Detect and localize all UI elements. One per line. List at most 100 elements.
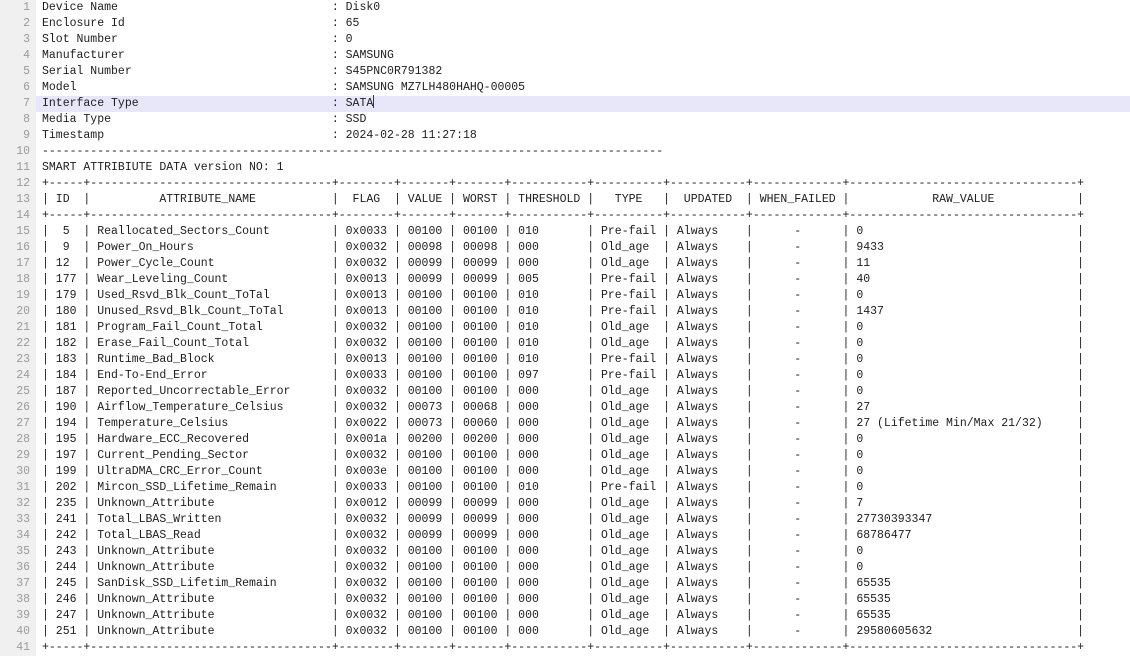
line-number: 36 xyxy=(0,560,36,576)
line-number: 6 xyxy=(0,80,36,96)
line-number: 40 xyxy=(0,624,36,640)
editor-line-25: 25| 187 | Reported_Uncorrectable_Error |… xyxy=(0,384,1130,400)
code-line-content[interactable]: | 195 | Hardware_ECC_Recovered | 0x001a … xyxy=(36,432,1130,448)
line-number: 13 xyxy=(0,192,36,208)
code-line-content[interactable]: | 180 | Unused_Rsvd_Blk_Count_ToTal | 0x… xyxy=(36,304,1130,320)
editor-line-21: 21| 181 | Program_Fail_Count_Total | 0x0… xyxy=(0,320,1130,336)
editor-line-10: 10--------------------------------------… xyxy=(0,144,1130,160)
code-line-content[interactable]: ----------------------------------------… xyxy=(36,144,1130,160)
code-line-content[interactable]: Slot Number : 0 xyxy=(36,32,1130,48)
code-line-content[interactable]: | 242 | Total_LBAS_Read | 0x0032 | 00099… xyxy=(36,528,1130,544)
line-number: 38 xyxy=(0,592,36,608)
editor-line-18: 18| 177 | Wear_Leveling_Count | 0x0013 |… xyxy=(0,272,1130,288)
line-number: 12 xyxy=(0,176,36,192)
text-editor-viewport[interactable]: 1Device Name : Disk02Enclosure Id : 653S… xyxy=(0,0,1130,658)
editor-line-1: 1Device Name : Disk0 xyxy=(0,0,1130,16)
code-line-content[interactable]: | 9 | Power_On_Hours | 0x0032 | 00098 | … xyxy=(36,240,1130,256)
editor-line-33: 33| 241 | Total_LBAS_Written | 0x0032 | … xyxy=(0,512,1130,528)
editor-line-39: 39| 247 | Unknown_Attribute | 0x0032 | 0… xyxy=(0,608,1130,624)
code-line-content[interactable]: | 181 | Program_Fail_Count_Total | 0x003… xyxy=(36,320,1130,336)
editor-line-9: 9Timestamp : 2024-02-28 11:27:18 xyxy=(0,128,1130,144)
editor-line-23: 23| 183 | Runtime_Bad_Block | 0x0013 | 0… xyxy=(0,352,1130,368)
code-line-content[interactable]: | 179 | Used_Rsvd_Blk_Count_ToTal | 0x00… xyxy=(36,288,1130,304)
code-line-content[interactable]: | 182 | Erase_Fail_Count_Total | 0x0032 … xyxy=(36,336,1130,352)
code-line-content[interactable]: | 245 | SanDisk_SSD_Lifetim_Remain | 0x0… xyxy=(36,576,1130,592)
line-number: 14 xyxy=(0,208,36,224)
code-line-content[interactable]: | 235 | Unknown_Attribute | 0x0012 | 000… xyxy=(36,496,1130,512)
editor-line-27: 27| 194 | Temperature_Celsius | 0x0022 |… xyxy=(0,416,1130,432)
editor-line-6: 6Model : SAMSUNG MZ7LH480HAHQ-00005 xyxy=(0,80,1130,96)
code-line-content[interactable]: | 190 | Airflow_Temperature_Celsius | 0x… xyxy=(36,400,1130,416)
code-line-content[interactable]: | 243 | Unknown_Attribute | 0x0032 | 001… xyxy=(36,544,1130,560)
editor-line-7: 7Interface Type : SATA xyxy=(0,96,1130,112)
editor-line-32: 32| 235 | Unknown_Attribute | 0x0012 | 0… xyxy=(0,496,1130,512)
editor-line-2: 2Enclosure Id : 65 xyxy=(0,16,1130,32)
line-number: 25 xyxy=(0,384,36,400)
code-line-content[interactable]: | 246 | Unknown_Attribute | 0x0032 | 001… xyxy=(36,592,1130,608)
code-line-content[interactable]: Manufacturer : SAMSUNG xyxy=(36,48,1130,64)
code-line-content[interactable]: | 177 | Wear_Leveling_Count | 0x0013 | 0… xyxy=(36,272,1130,288)
editor-line-17: 17| 12 | Power_Cycle_Count | 0x0032 | 00… xyxy=(0,256,1130,272)
line-number: 27 xyxy=(0,416,36,432)
line-number: 9 xyxy=(0,128,36,144)
code-line-content[interactable]: | ID | ATTRIBUTE_NAME | FLAG | VALUE | W… xyxy=(36,192,1130,208)
editor-line-3: 3Slot Number : 0 xyxy=(0,32,1130,48)
line-number: 35 xyxy=(0,544,36,560)
line-number: 32 xyxy=(0,496,36,512)
line-number: 18 xyxy=(0,272,36,288)
line-number: 41 xyxy=(0,640,36,656)
line-number: 3 xyxy=(0,32,36,48)
code-line-content[interactable]: +-----+---------------------------------… xyxy=(36,176,1130,192)
editor-line-20: 20| 180 | Unused_Rsvd_Blk_Count_ToTal | … xyxy=(0,304,1130,320)
editor-line-13: 13| ID | ATTRIBUTE_NAME | FLAG | VALUE |… xyxy=(0,192,1130,208)
editor-line-28: 28| 195 | Hardware_ECC_Recovered | 0x001… xyxy=(0,432,1130,448)
code-line-content[interactable]: Timestamp : 2024-02-28 11:27:18 xyxy=(36,128,1130,144)
code-line-content[interactable]: | 5 | Reallocated_Sectors_Count | 0x0033… xyxy=(36,224,1130,240)
line-number: 22 xyxy=(0,336,36,352)
line-number: 31 xyxy=(0,480,36,496)
code-line-current[interactable]: Interface Type : SATA xyxy=(36,96,1130,112)
code-line-content[interactable]: +-----+---------------------------------… xyxy=(36,640,1130,656)
code-line-content[interactable]: | 194 | Temperature_Celsius | 0x0022 | 0… xyxy=(36,416,1130,432)
code-line-content[interactable]: | 12 | Power_Cycle_Count | 0x0032 | 0009… xyxy=(36,256,1130,272)
code-line-content[interactable]: | 202 | Mircon_SSD_Lifetime_Remain | 0x0… xyxy=(36,480,1130,496)
editor-line-30: 30| 199 | UltraDMA_CRC_Error_Count | 0x0… xyxy=(0,464,1130,480)
editor-line-36: 36| 244 | Unknown_Attribute | 0x0032 | 0… xyxy=(0,560,1130,576)
editor-line-35: 35| 243 | Unknown_Attribute | 0x0032 | 0… xyxy=(0,544,1130,560)
line-number: 28 xyxy=(0,432,36,448)
editor-line-38: 38| 246 | Unknown_Attribute | 0x0032 | 0… xyxy=(0,592,1130,608)
code-line-content[interactable]: | 197 | Current_Pending_Sector | 0x0032 … xyxy=(36,448,1130,464)
line-number: 16 xyxy=(0,240,36,256)
code-line-content[interactable]: | 183 | Runtime_Bad_Block | 0x0013 | 001… xyxy=(36,352,1130,368)
code-line-content[interactable]: Model : SAMSUNG MZ7LH480HAHQ-00005 xyxy=(36,80,1130,96)
code-line-content[interactable]: Enclosure Id : 65 xyxy=(36,16,1130,32)
code-line-content[interactable]: | 199 | UltraDMA_CRC_Error_Count | 0x003… xyxy=(36,464,1130,480)
line-number: 10 xyxy=(0,144,36,160)
code-line-content[interactable]: Serial Number : S45PNC0R791382 xyxy=(36,64,1130,80)
editor-line-14: 14+-----+-------------------------------… xyxy=(0,208,1130,224)
code-line-content[interactable]: | 241 | Total_LBAS_Written | 0x0032 | 00… xyxy=(36,512,1130,528)
code-line-content[interactable]: Media Type : SSD xyxy=(36,112,1130,128)
line-number: 15 xyxy=(0,224,36,240)
code-line-content[interactable]: | 247 | Unknown_Attribute | 0x0032 | 001… xyxy=(36,608,1130,624)
line-number: 33 xyxy=(0,512,36,528)
code-line-content[interactable]: | 251 | Unknown_Attribute | 0x0032 | 001… xyxy=(36,624,1130,640)
code-line-content[interactable]: | 187 | Reported_Uncorrectable_Error | 0… xyxy=(36,384,1130,400)
editor-line-8: 8Media Type : SSD xyxy=(0,112,1130,128)
line-number: 7 xyxy=(0,96,36,112)
line-number: 2 xyxy=(0,16,36,32)
code-line-content[interactable]: | 184 | End-To-End_Error | 0x0033 | 0010… xyxy=(36,368,1130,384)
code-line-content[interactable]: | 244 | Unknown_Attribute | 0x0032 | 001… xyxy=(36,560,1130,576)
code-line-content[interactable]: SMART ATTRIBIUTE DATA version NO: 1 xyxy=(36,160,1130,176)
editor-line-24: 24| 184 | End-To-End_Error | 0x0033 | 00… xyxy=(0,368,1130,384)
editor-line-41: 41+-----+-------------------------------… xyxy=(0,640,1130,656)
editor-line-34: 34| 242 | Total_LBAS_Read | 0x0032 | 000… xyxy=(0,528,1130,544)
line-number: 19 xyxy=(0,288,36,304)
code-line-content[interactable]: Device Name : Disk0 xyxy=(36,0,1130,16)
editor-line-19: 19| 179 | Used_Rsvd_Blk_Count_ToTal | 0x… xyxy=(0,288,1130,304)
line-number: 39 xyxy=(0,608,36,624)
code-line-content[interactable]: +-----+---------------------------------… xyxy=(36,208,1130,224)
line-number: 30 xyxy=(0,464,36,480)
editor-line-4: 4Manufacturer : SAMSUNG xyxy=(0,48,1130,64)
editor-line-26: 26| 190 | Airflow_Temperature_Celsius | … xyxy=(0,400,1130,416)
